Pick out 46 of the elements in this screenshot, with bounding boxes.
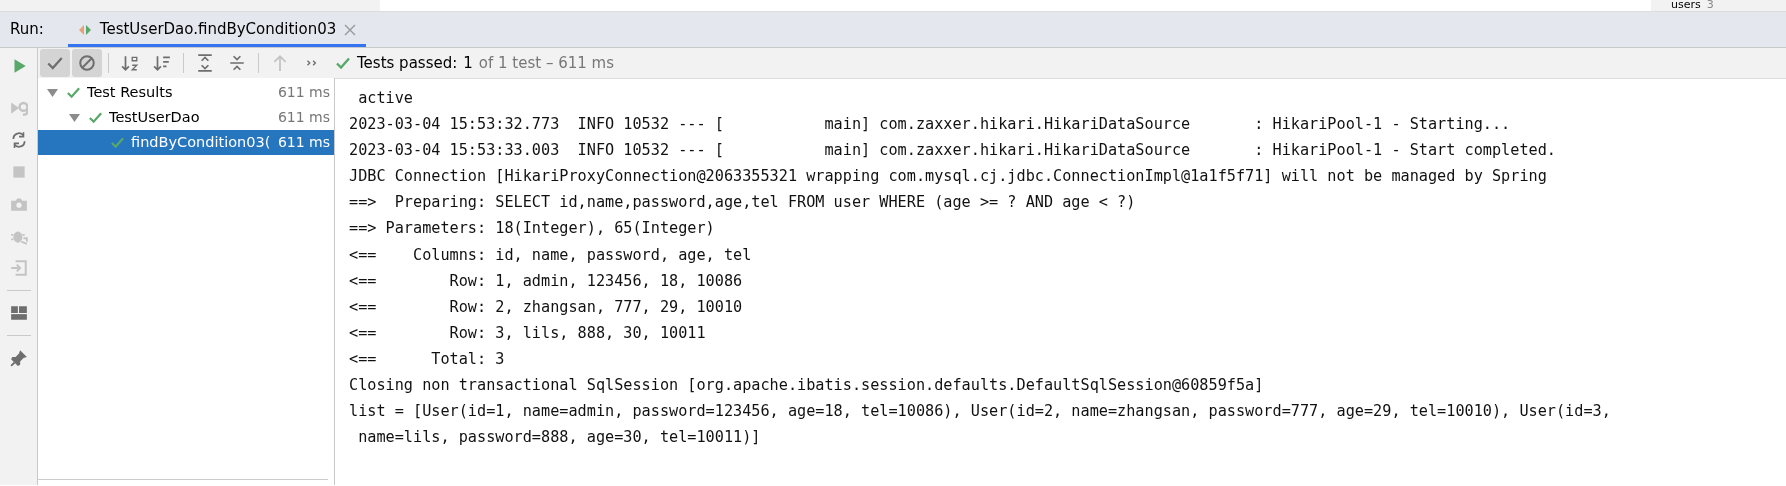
show-passed-button[interactable] [40,49,70,77]
up-arrow-icon [271,54,289,72]
sort-icon [121,54,139,72]
status-detail: of 1 test – 611 ms [478,52,615,74]
console-line: <== Row: 1, admin, 123456, 18, 10086 [349,270,744,292]
console-line: 2023-03-04 15:53:32.773 INFO 10532 --- [ main] com.zaxxer.hikari.HikariDataSource : HikariPool-1 - Starting... [349,114,1512,136]
console-line: <== Row: 3, lils, 888, 30, 10011 [349,322,707,344]
collapse-icon [228,54,246,72]
pin-icon [9,349,28,367]
test-class-icon [77,22,92,37]
sort-icon [153,54,171,72]
console-line: active [357,88,414,109]
passed-icon [66,85,81,100]
expanded-arrow-icon[interactable] [46,87,58,98]
import-icon [9,259,28,277]
tree-item[interactable]: TestUserDao 611 ms [38,105,334,130]
tree-label[interactable]: users [1671,0,1701,11]
console-line: <== Total: 3 [349,348,506,370]
rerun-failed-icon [9,99,28,117]
show-ignored-button[interactable] [72,49,102,77]
console-line: list = [User(id=1, name=admin, password=123456, age=18, tel=10086), User(id=2, name=zhangsan, password=777, age=29, tel=10010), User(id=3, [349,401,1612,423]
duration-label: 611 ms [277,133,331,152]
row-count: 3 [1706,0,1714,11]
passed-icon [110,135,125,150]
passed-count: 1 [463,52,473,74]
console-line: name=lils, password=888, age=30, tel=10011)] [357,427,762,449]
tree-item[interactable]: Test Results 611 ms [38,80,334,105]
status-text: Tests passed: [357,52,458,74]
camera-icon [9,195,28,213]
duration-label: 611 ms [277,108,331,127]
console-line: Closing non transactional SqlSession [org.apache.ibatis.session.defaults.DefaultSqlSession@60859f5a] [349,375,1265,397]
expand-icon [196,54,214,72]
tree-item[interactable]: findByCondition03( 611 ms [38,130,334,155]
console-line: <== Row: 2, zhangsan, 777, 29, 10010 [349,296,744,318]
console-line: ==> Preparing: SELECT id,name,password,age,tel FROM user WHERE (age >= ? AND age < ?) [349,192,1137,214]
duration-label: 611 ms [277,83,331,102]
run-tab[interactable]: TestUserDao.findByCondition03 [67,12,367,47]
expanded-arrow-icon[interactable] [68,112,80,123]
console-line: JDBC Connection [HikariProxyConnection@2063355321 wrapping com.mysql.cj.jdbc.ConnectionImpl@1a1f5f71] will not be managed by Spring [349,166,1548,188]
console-line: ==> Parameters: 18(Integer), 65(Integer) [349,218,716,240]
run-label: Run: [9,19,45,41]
layout-icon [9,304,28,322]
console-line: <== Columns: id, name, password, age, tel [349,244,753,266]
passed-icon [88,110,103,125]
cancel-icon [78,54,96,72]
console-line: 2023-03-04 15:53:33.003 INFO 10532 --- [ main] com.zaxxer.hikari.HikariDataSource : HikariPool-1 - Start completed. [349,140,1557,162]
